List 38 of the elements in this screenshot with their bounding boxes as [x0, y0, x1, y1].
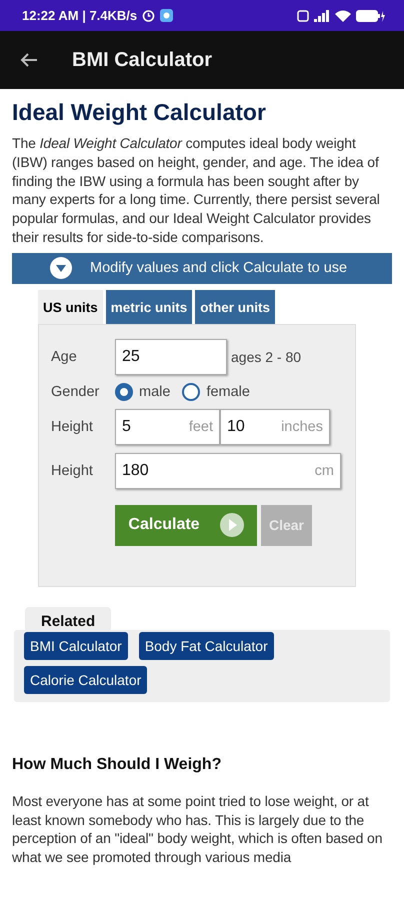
app-title: BMI Calculator [72, 48, 212, 72]
signal-icon [314, 10, 330, 22]
related-link[interactable]: BMI Calculator [24, 632, 128, 660]
field-label: Height [51, 462, 94, 479]
banner-text: Modify values and click Calculate to use [90, 260, 348, 276]
status-time: 12:22 AM | 7.4KB/s [22, 8, 138, 23]
age-field[interactable]: 25 [115, 338, 227, 375]
unit-tab[interactable]: US units [38, 290, 103, 325]
field-label: Height [51, 418, 94, 435]
back-arrow-icon[interactable] [20, 52, 38, 68]
field-label: Gender [51, 384, 100, 400]
instruction-banner[interactable]: Modify values and click Calculate to use [12, 252, 392, 284]
radio-label[interactable]: male [139, 384, 170, 400]
related-heading: Related [25, 606, 112, 630]
inches-field[interactable]: 10 inches [220, 408, 330, 445]
field-label: Age [51, 348, 78, 365]
related-link[interactable]: Body Fat Calculator [138, 632, 274, 660]
page-title: Ideal Weight Calculator [12, 99, 267, 126]
chevron-down-icon [50, 257, 72, 280]
cm-field[interactable]: 180 cm [115, 452, 341, 489]
battery-icon [356, 10, 386, 22]
sim-icon [297, 10, 309, 22]
wifi-icon [335, 10, 351, 22]
app-icon [160, 9, 174, 22]
feet-field[interactable]: 5 feet [115, 408, 220, 445]
article-paragraph: Most everyone has at some point tried to lose weight, or at least known somebody who has. This is largely due to the perception of an "ideal" body weight, which is often based on what we see promoted through various media [12, 792, 384, 867]
radio-button[interactable] [115, 382, 133, 401]
unit-tab[interactable]: metric units [106, 290, 192, 325]
section-heading: How Much Should I Weigh? [12, 756, 222, 774]
radio-label[interactable]: female [206, 384, 250, 400]
radio-button[interactable] [182, 382, 200, 401]
calculate-button[interactable]: Calculate [115, 504, 257, 546]
alarm-icon [142, 9, 156, 22]
unit-tab[interactable]: other units [195, 290, 276, 325]
play-icon [220, 513, 244, 538]
related-link[interactable]: Calorie Calculator [24, 666, 148, 694]
intro-paragraph: The Ideal Weight Calculator computes ideal body weight (IBW) ranges based on height, gender, and age. The idea of finding the IBW using a formula has been sought after by many experts for a long time. Currently, there persist several popular formulas, and our Ideal Weight Calculator provides their results for side-to-side comparisons. [12, 134, 381, 247]
age-hint: ages 2 - 80 [231, 348, 302, 365]
